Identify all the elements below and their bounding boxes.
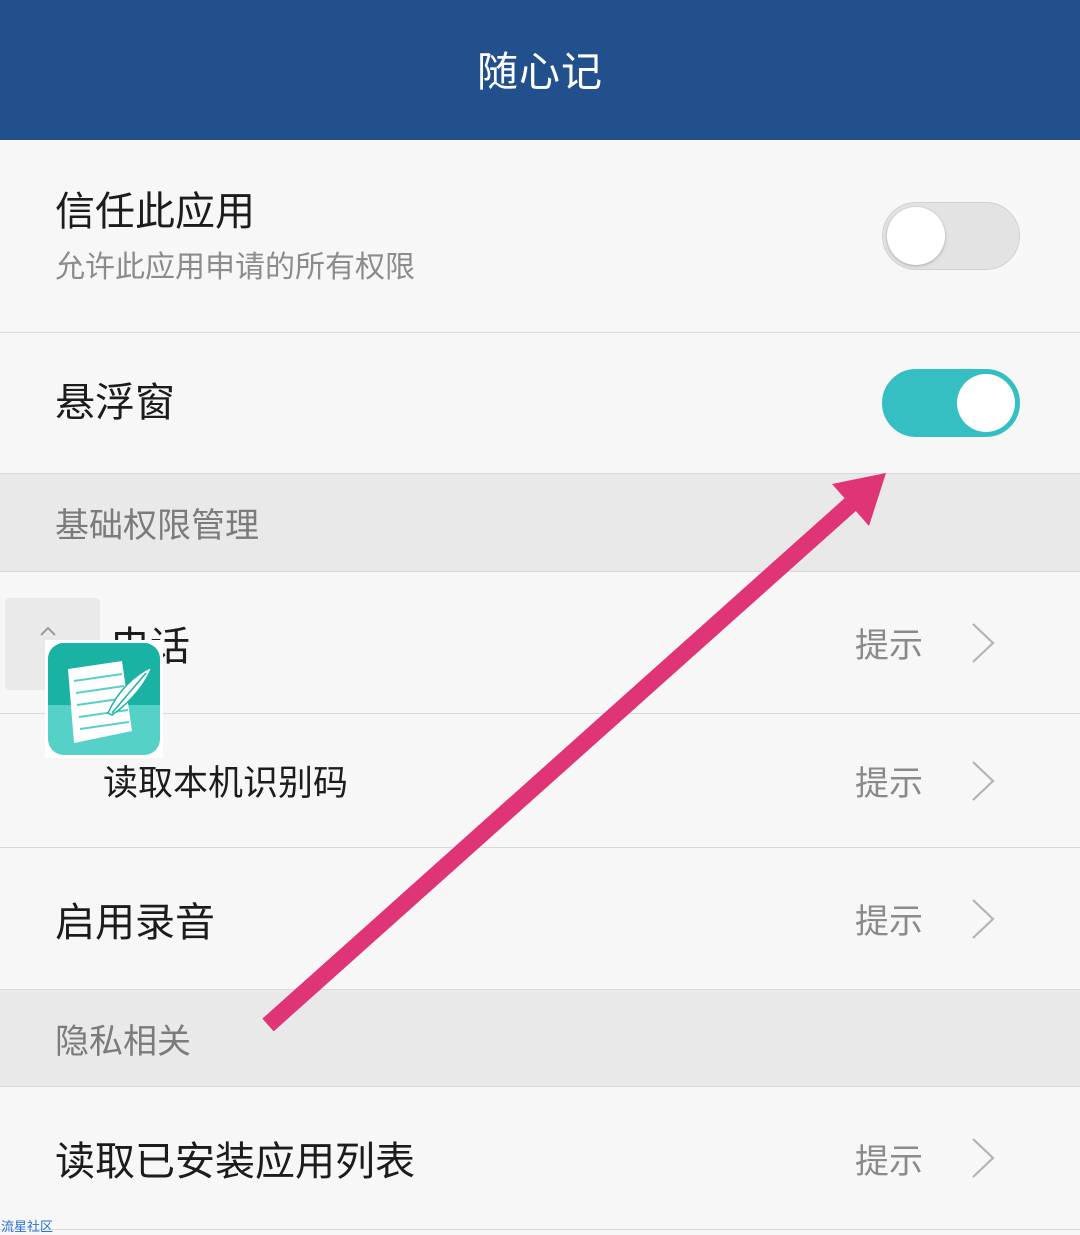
section-header-basic-permissions: 基础权限管理 xyxy=(0,474,1080,572)
permission-label: 读取本机识别码 xyxy=(103,764,349,804)
permission-value: 提示 xyxy=(855,626,923,666)
chevron-right-icon xyxy=(972,1138,995,1178)
floating-window-text: 悬浮窗 xyxy=(55,377,882,429)
floating-window-title: 悬浮窗 xyxy=(55,380,175,426)
permission-label: 电话 xyxy=(110,614,855,672)
page-title: 随心记 xyxy=(477,48,603,96)
permission-row-installed-apps[interactable]: 读取已安装应用列表 提示 xyxy=(0,1087,1080,1230)
toggle-knob xyxy=(887,207,945,265)
trust-app-toggle[interactable] xyxy=(882,202,1020,270)
toggle-knob xyxy=(957,374,1015,432)
permission-value: 提示 xyxy=(855,764,923,804)
app-header: 随心记 xyxy=(0,0,1080,140)
chevron-right-icon xyxy=(972,622,995,663)
trust-app-subtitle: 允许此应用申请的所有权限 xyxy=(55,249,415,285)
permission-label: 启用录音 xyxy=(55,899,215,946)
footer-spacer xyxy=(0,1230,1080,1235)
trust-app-row[interactable]: 信任此应用 允许此应用申请的所有权限 xyxy=(0,140,1080,333)
permission-value: 提示 xyxy=(855,902,923,942)
trust-app-title: 信任此应用 xyxy=(55,188,255,235)
permission-value: 提示 xyxy=(855,1141,923,1182)
section-title: 基础权限管理 xyxy=(55,506,259,546)
section-title: 隐私相关 xyxy=(55,1021,191,1062)
permission-label: 读取已安装应用列表 xyxy=(55,1139,415,1185)
permission-row-record-audio[interactable]: 启用录音 提示 xyxy=(0,848,1080,990)
floating-app-button[interactable] xyxy=(45,640,163,758)
chevron-right-icon xyxy=(972,898,995,939)
chevron-up-icon[interactable] xyxy=(38,624,58,638)
watermark: 流星社区 xyxy=(1,1220,54,1235)
chevron-right-icon xyxy=(972,760,995,801)
trust-app-text: 信任此应用 允许此应用申请的所有权限 xyxy=(55,186,882,287)
notes-app-icon xyxy=(48,643,160,755)
section-header-privacy: 隐私相关 xyxy=(0,990,1080,1087)
floating-window-row[interactable]: 悬浮窗 xyxy=(0,333,1080,474)
floating-window-toggle[interactable] xyxy=(882,369,1020,437)
